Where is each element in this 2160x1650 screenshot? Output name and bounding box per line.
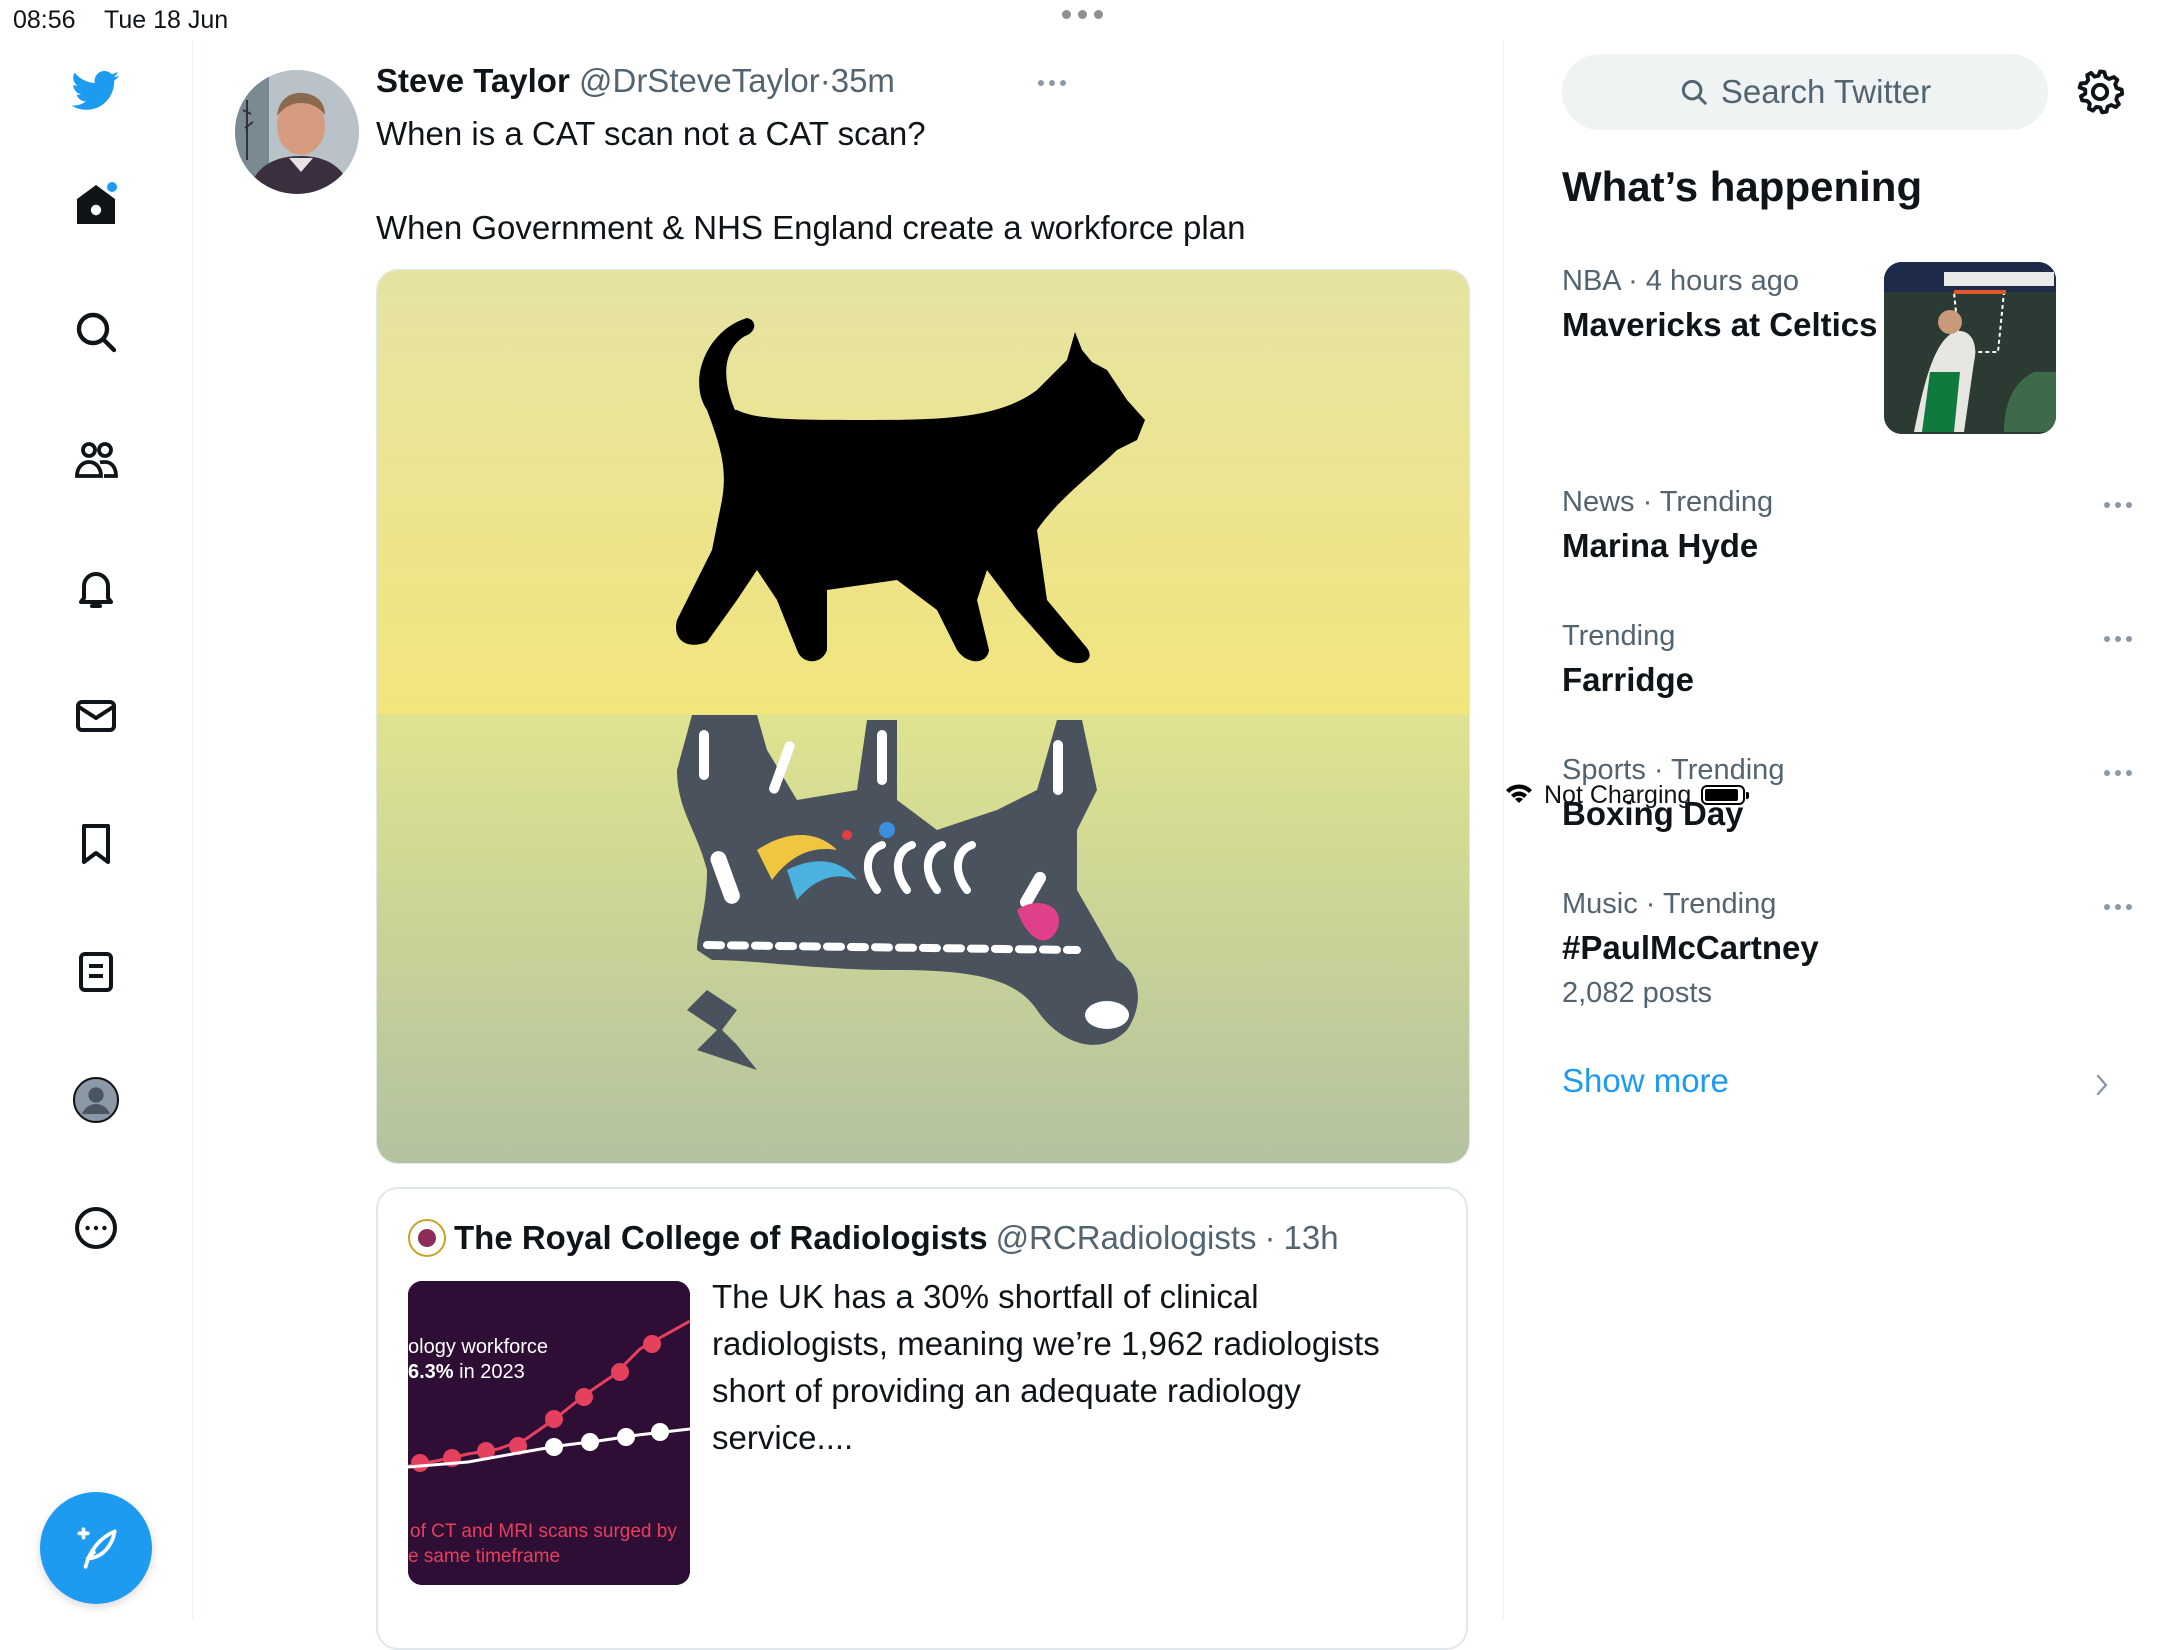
quoted-author-handle: @RCRadiologists [995, 1219, 1257, 1256]
multitasking-dots[interactable] [1062, 10, 1103, 19]
trend-title: Farridge [1562, 661, 1695, 698]
nav-home[interactable] [56, 164, 136, 244]
tweet-header: Steve Taylor @DrSteveTaylor·35m [376, 62, 895, 100]
trend-item[interactable]: Music · Trending #PaulMcCartney 2,082 po… [1562, 888, 2132, 1010]
bell-icon [79, 572, 113, 608]
quoted-tweet-time: 13h [1283, 1219, 1339, 1256]
compose-feather-icon [77, 1527, 117, 1569]
quoted-tweet-thumbnail: ology workforce 6.3% in 2023 of CT and M… [408, 1281, 690, 1585]
thumb-caption-2: 6.3% in 2023 [408, 1361, 525, 1383]
avatar[interactable] [235, 70, 359, 194]
bookmark-icon [82, 824, 110, 864]
twitter-bird-icon [72, 71, 120, 110]
nav-bookmarks[interactable] [56, 804, 136, 884]
trend-context: Music · Trending [1562, 888, 1777, 920]
nav-notifications[interactable] [56, 548, 136, 628]
thumb-caption-4: e same timeframe [408, 1546, 561, 1567]
mail-icon [76, 700, 116, 732]
quoted-tweet-text: The UK has a 30% shortfall of clinical r… [712, 1278, 1380, 1456]
trend-title: Marina Hyde [1562, 527, 1759, 564]
trend-more-button[interactable] [2104, 636, 2132, 642]
trend-more-button[interactable] [2104, 904, 2132, 910]
settings-gear-icon[interactable] [2074, 66, 2126, 118]
tweet-more-button[interactable] [1038, 80, 1066, 86]
trend-context: Trending [1562, 620, 1676, 652]
show-more-link[interactable]: Show more [1562, 1062, 1729, 1100]
author-handle[interactable]: @DrSteveTaylor [579, 62, 820, 99]
trend-title: #PaulMcCartney [1562, 929, 1819, 966]
trend-more-button[interactable] [2104, 502, 2132, 508]
rcr-logo [408, 1219, 446, 1257]
separator-dot: · [819, 62, 831, 99]
nav-lists[interactable] [56, 932, 136, 1012]
quoted-tweet[interactable]: The Royal College of Radiologists @RCRad… [376, 1187, 1468, 1650]
more-circle-icon [75, 1207, 117, 1249]
status-bar: 08:56 Tue 18 Jun Not Charging [0, 0, 2160, 809]
search-input[interactable]: Search Twitter [1562, 54, 2048, 130]
search-icon [76, 312, 117, 353]
trend-context: Sports · Trending [1562, 754, 1785, 786]
author-name[interactable]: Steve Taylor [376, 62, 570, 99]
tweet-text: When is a CAT scan not a CAT scan? When … [376, 115, 1246, 246]
nav-more[interactable] [56, 1188, 136, 1268]
whats-happening-heading: What’s happening [1562, 163, 1923, 210]
trend-title: Boxing Day [1562, 795, 1744, 832]
profile-icon [73, 1077, 119, 1123]
tweet-image[interactable] [376, 269, 1470, 1164]
status-date: Tue 18 Jun [104, 6, 229, 34]
trend-context: News · Trending [1562, 486, 1774, 518]
twitter-logo[interactable] [56, 50, 136, 130]
sidebar [0, 40, 193, 1620]
right-panel: Search Twitter What’s happening NBA · 4 … [1504, 40, 2160, 1620]
quoted-separator-dot: · [1264, 1219, 1276, 1256]
lists-icon [79, 952, 113, 992]
trend-item[interactable]: Trending Farridge [1562, 620, 2132, 699]
nav-communities[interactable] [56, 420, 136, 500]
nav-profile[interactable] [56, 1060, 136, 1140]
search-icon [1681, 79, 1707, 105]
search-placeholder: Search Twitter [1720, 73, 1932, 110]
thumb-caption-3: of CT and MRI scans surged by [410, 1521, 677, 1542]
thumb-caption-1: ology workforce [408, 1336, 549, 1358]
home-icon [77, 182, 117, 224]
trend-image[interactable] [1884, 262, 2056, 434]
trend-item[interactable]: News · Trending Marina Hyde [1562, 486, 2132, 565]
compose-tweet-button[interactable] [40, 1492, 152, 1604]
trend-item[interactable]: Sports · Trending Boxing Day [1562, 754, 2132, 833]
trend-more-button[interactable] [2104, 770, 2132, 776]
quoted-tweet-header: The Royal College of Radiologists @RCRad… [408, 1219, 1339, 1257]
communities-icon [75, 442, 118, 478]
main-timeline: Steve Taylor @DrSteveTaylor·35m When is … [193, 40, 1504, 1650]
chevron-right-icon [2096, 1074, 2108, 1096]
nav-messages[interactable] [56, 676, 136, 756]
tweet-time[interactable]: 35m [831, 62, 895, 99]
status-time: 08:56 [13, 6, 76, 34]
trend-post-count: 2,082 posts [1562, 977, 1712, 1009]
nav-explore[interactable] [56, 292, 136, 372]
quoted-author-name: The Royal College of Radiologists [454, 1219, 988, 1256]
